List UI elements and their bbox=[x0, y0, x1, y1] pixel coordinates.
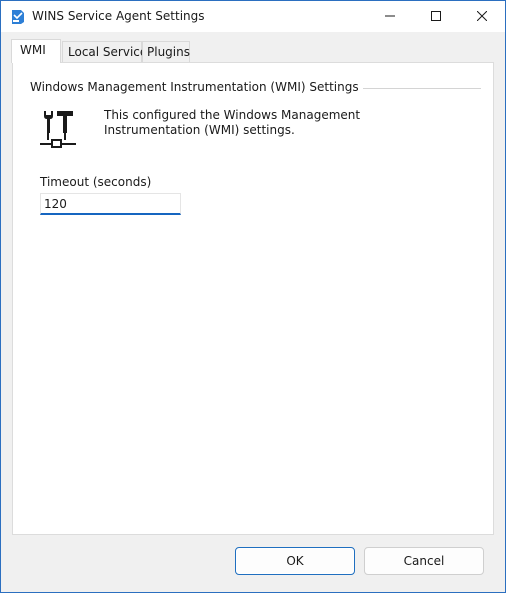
close-button[interactable] bbox=[459, 1, 505, 32]
wmi-description: This configured the Windows Management I… bbox=[104, 108, 361, 137]
title-bar[interactable]: WINS Service Agent Settings bbox=[1, 1, 505, 32]
minimize-button[interactable] bbox=[367, 1, 413, 32]
app-icon bbox=[10, 9, 26, 25]
dialog-client-area: WMI Local Service Plugins Windows Manage… bbox=[1, 32, 505, 592]
window-title: WINS Service Agent Settings bbox=[32, 9, 205, 23]
tab-wmi[interactable]: WMI bbox=[11, 39, 61, 63]
tab-plugins[interactable]: Plugins bbox=[142, 41, 190, 63]
cancel-button[interactable]: Cancel bbox=[364, 547, 484, 575]
maximize-icon bbox=[431, 10, 441, 24]
tools-icon bbox=[40, 107, 80, 151]
maximize-button[interactable] bbox=[413, 1, 459, 32]
timeout-input[interactable] bbox=[40, 193, 181, 215]
settings-dialog: WINS Service Agent Settings WMI Local Se… bbox=[0, 0, 506, 593]
wmi-settings-group-title: Windows Management Instrumentation (WMI)… bbox=[30, 80, 363, 94]
close-icon bbox=[476, 10, 488, 24]
tab-local-service[interactable]: Local Service bbox=[62, 41, 147, 63]
timeout-label: Timeout (seconds) bbox=[40, 175, 152, 189]
ok-button[interactable]: OK bbox=[235, 547, 355, 575]
wmi-tab-panel: Windows Management Instrumentation (WMI)… bbox=[12, 62, 494, 535]
minimize-icon bbox=[385, 10, 395, 24]
